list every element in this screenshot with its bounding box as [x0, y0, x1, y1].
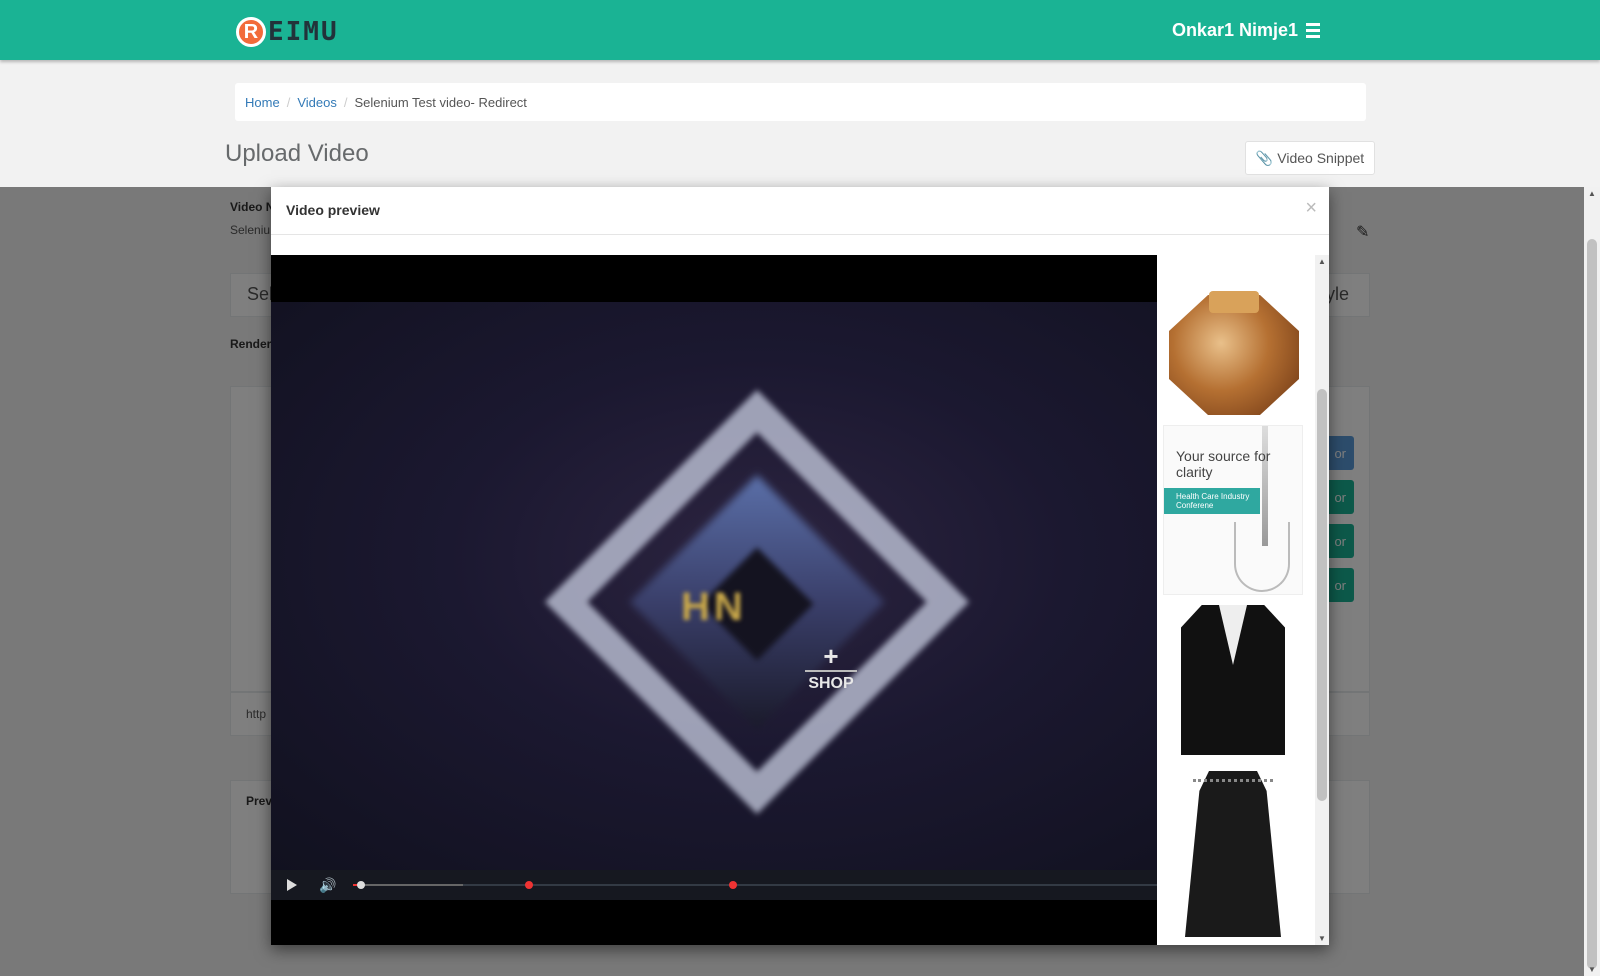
- hamburger-icon[interactable]: [1306, 23, 1320, 38]
- product-dress[interactable]: [1163, 763, 1303, 941]
- video-player[interactable]: HN + SHOP 🔊: [271, 255, 1157, 945]
- logo-badge: R: [236, 17, 266, 47]
- scrollbar-thumb[interactable]: [1317, 389, 1327, 801]
- breadcrumb-current: Selenium Test video- Redirect: [354, 94, 527, 110]
- product-perfume[interactable]: [1163, 291, 1303, 421]
- video-preview-modal: Video preview × HN + SHOP 🔊 Your source …: [271, 187, 1329, 945]
- video-logo-glyph: HN: [681, 585, 747, 629]
- ad-subtitle: Health Care Industry Conferene: [1164, 488, 1260, 514]
- page-scrollbar[interactable]: ▲ ▼: [1584, 187, 1600, 976]
- scroll-up-icon[interactable]: ▲: [1588, 189, 1596, 198]
- top-navbar: R EIMU Onkar1 Nimje1: [0, 0, 1600, 60]
- shop-hotspot[interactable]: + SHOP: [801, 641, 861, 693]
- ad-headline: Your source for clarity: [1176, 448, 1271, 480]
- modal-header: Video preview ×: [271, 187, 1329, 235]
- shop-label: SHOP: [808, 675, 854, 692]
- breadcrumb-videos[interactable]: Videos: [297, 95, 337, 110]
- plus-icon: +: [823, 641, 839, 671]
- progress-knob[interactable]: [357, 881, 365, 889]
- hotspot-marker[interactable]: [525, 881, 533, 889]
- scroll-down-icon[interactable]: ▼: [1588, 965, 1596, 974]
- breadcrumb-separator: /: [286, 94, 291, 110]
- modal-scrollbar[interactable]: ▲ ▼: [1315, 255, 1329, 945]
- close-icon[interactable]: ×: [1305, 197, 1317, 220]
- product-sidebar: Your source for clarity Health Care Indu…: [1157, 255, 1329, 945]
- video-frame[interactable]: HN + SHOP: [271, 302, 1157, 870]
- breadcrumb: Home / Videos / Selenium Test video- Red…: [235, 83, 1366, 121]
- progress-buffered: [353, 884, 463, 886]
- perfume-image: [1169, 295, 1299, 415]
- volume-icon[interactable]: 🔊: [319, 877, 336, 894]
- scroll-up-icon[interactable]: ▲: [1318, 257, 1326, 266]
- breadcrumb-home[interactable]: Home: [245, 95, 280, 110]
- breadcrumb-separator: /: [343, 94, 348, 110]
- ad-glass-image: [1234, 522, 1290, 592]
- paperclip-icon: 📎: [1255, 149, 1274, 166]
- logo-text: EIMU: [268, 17, 339, 47]
- page-title: Upload Video: [225, 140, 369, 167]
- play-icon[interactable]: [287, 879, 297, 891]
- progress-track[interactable]: [353, 881, 1157, 889]
- product-blazer[interactable]: [1163, 599, 1303, 759]
- scrollbar-thumb[interactable]: [1587, 239, 1597, 969]
- dress-lace: [1193, 779, 1273, 801]
- video-controls: 🔊: [271, 870, 1157, 900]
- scroll-down-icon[interactable]: ▼: [1318, 934, 1326, 943]
- hotspot-marker[interactable]: [729, 881, 737, 889]
- video-snippet-button[interactable]: 📎 Video Snippet: [1245, 141, 1375, 175]
- video-snippet-label: Video Snippet: [1277, 150, 1365, 166]
- perfume-cap: [1209, 291, 1259, 313]
- user-menu[interactable]: Onkar1 Nimje1: [1172, 20, 1320, 41]
- app-logo[interactable]: R EIMU: [236, 16, 339, 48]
- product-ad[interactable]: Your source for clarity Health Care Indu…: [1163, 425, 1303, 595]
- modal-title: Video preview: [286, 202, 380, 218]
- user-name: Onkar1 Nimje1: [1171, 20, 1298, 40]
